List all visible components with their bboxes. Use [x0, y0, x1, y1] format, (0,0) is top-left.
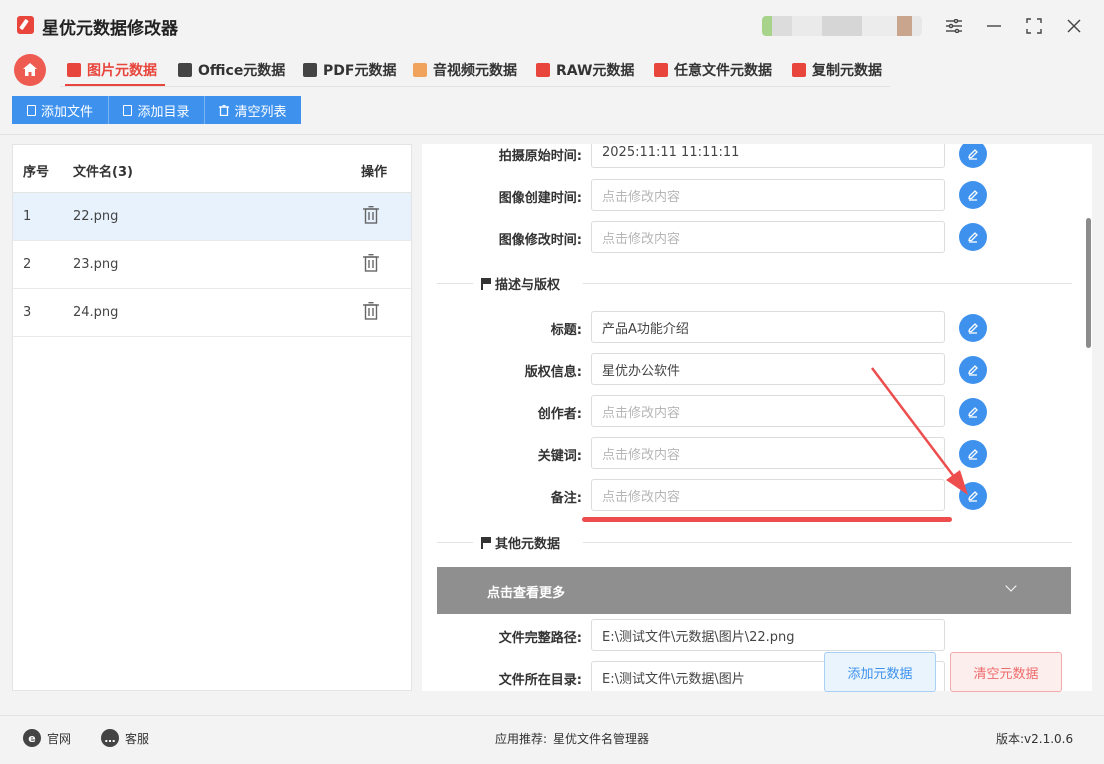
add-directory-label: 添加目录	[137, 104, 190, 120]
panel-divider	[0, 134, 1104, 135]
footer-divider	[0, 715, 1104, 716]
metadata-editor-panel: 拍摄原始时间: 2025:11:11 11:11:11 图像创建时间: 点击修改…	[422, 144, 1092, 691]
office-tab-icon	[178, 63, 192, 77]
table-row[interactable]: 1 22.png	[13, 193, 411, 241]
row-index: 2	[23, 257, 32, 272]
image-tab-icon	[67, 63, 81, 77]
home-button[interactable]	[14, 54, 46, 86]
website-link[interactable]: e 官网	[23, 729, 71, 747]
app-recommendation[interactable]: 应用推荐: 星优文件名管理器	[495, 729, 649, 747]
user-avatar-blurred[interactable]	[762, 16, 922, 36]
browser-icon: e	[23, 729, 41, 747]
table-header: 序号 文件名(3) 操作	[13, 145, 411, 193]
maximize-icon[interactable]	[1020, 12, 1048, 40]
document-icon	[26, 104, 36, 116]
service-label: 客服	[125, 731, 150, 746]
version-info: 版本:v2.1.0.6	[996, 729, 1073, 747]
document-icon	[123, 104, 133, 116]
row-index: 3	[23, 305, 32, 320]
add-directory-button[interactable]: 添加目录	[109, 96, 204, 124]
table-row[interactable]: 2 23.png	[13, 241, 411, 289]
add-file-button[interactable]: 添加文件	[12, 96, 108, 124]
clear-metadata-button[interactable]: 清空元数据	[950, 652, 1062, 692]
tab-pdf-metadata[interactable]: PDF元数据	[303, 56, 396, 84]
settings-sliders-icon[interactable]	[940, 12, 968, 40]
row-filename: 24.png	[73, 305, 119, 320]
delete-trash-icon[interactable]	[363, 206, 379, 224]
scrollbar-thumb[interactable]	[1086, 218, 1091, 348]
file-table: 序号 文件名(3) 操作 1 22.png 2 23.png 3 24.png	[12, 144, 412, 691]
close-icon[interactable]	[1060, 12, 1088, 40]
clear-list-button[interactable]: 清空列表	[205, 96, 301, 124]
recommend-app-name[interactable]: 星优文件名管理器	[553, 730, 649, 747]
customer-service-link[interactable]: … 客服	[101, 729, 149, 747]
row-filename: 22.png	[73, 209, 119, 224]
add-metadata-button[interactable]: 添加元数据	[824, 652, 936, 692]
tab-label: RAW元数据	[556, 63, 635, 79]
trash-icon	[219, 104, 230, 116]
copy-tab-icon	[792, 63, 806, 77]
website-label: 官网	[47, 731, 72, 746]
tab-copy-metadata[interactable]: 复制元数据	[792, 56, 882, 84]
tab-any-file-metadata[interactable]: 任意文件元数据	[654, 56, 772, 84]
annotation-arrow	[871, 367, 968, 495]
clear-list-label: 清空列表	[234, 104, 287, 120]
tabs-divider	[60, 86, 890, 87]
version-label: 版本:v2.1.0.6	[996, 731, 1074, 746]
tab-raw-metadata[interactable]: RAW元数据	[536, 56, 634, 84]
delete-trash-icon[interactable]	[363, 254, 379, 272]
file-tab-icon	[654, 63, 668, 77]
row-index: 1	[23, 209, 32, 224]
active-tab-indicator	[65, 84, 165, 86]
minimize-icon[interactable]	[980, 12, 1008, 40]
tab-office-metadata[interactable]: Office元数据	[178, 56, 285, 84]
raw-tab-icon	[536, 63, 550, 77]
title-bar: 星优元数据修改器	[0, 0, 1104, 50]
table-row[interactable]: 3 24.png	[13, 289, 411, 337]
media-tab-icon	[413, 63, 427, 77]
home-icon	[23, 63, 37, 76]
app-logo-icon	[17, 16, 34, 34]
tab-label: PDF元数据	[323, 63, 397, 79]
tab-label: Office元数据	[198, 63, 286, 79]
tab-image-metadata[interactable]: 图片元数据	[67, 56, 157, 84]
column-filename-header: 文件名(3)	[73, 165, 133, 180]
delete-trash-icon[interactable]	[363, 302, 379, 320]
column-index-header: 序号	[23, 165, 50, 180]
tab-media-metadata[interactable]: 音视频元数据	[413, 56, 517, 84]
tab-label: 任意文件元数据	[674, 63, 772, 79]
app-title: 星优元数据修改器	[42, 19, 178, 39]
add-file-label: 添加文件	[40, 104, 93, 120]
tab-label: 图片元数据	[87, 63, 157, 79]
column-action-header: 操作	[361, 165, 388, 180]
pdf-tab-icon	[303, 63, 317, 77]
row-filename: 23.png	[73, 257, 119, 272]
tab-label: 音视频元数据	[433, 63, 517, 79]
chat-icon: …	[101, 729, 119, 747]
tab-label: 复制元数据	[812, 63, 882, 79]
recommend-prefix: 应用推荐:	[495, 731, 548, 746]
